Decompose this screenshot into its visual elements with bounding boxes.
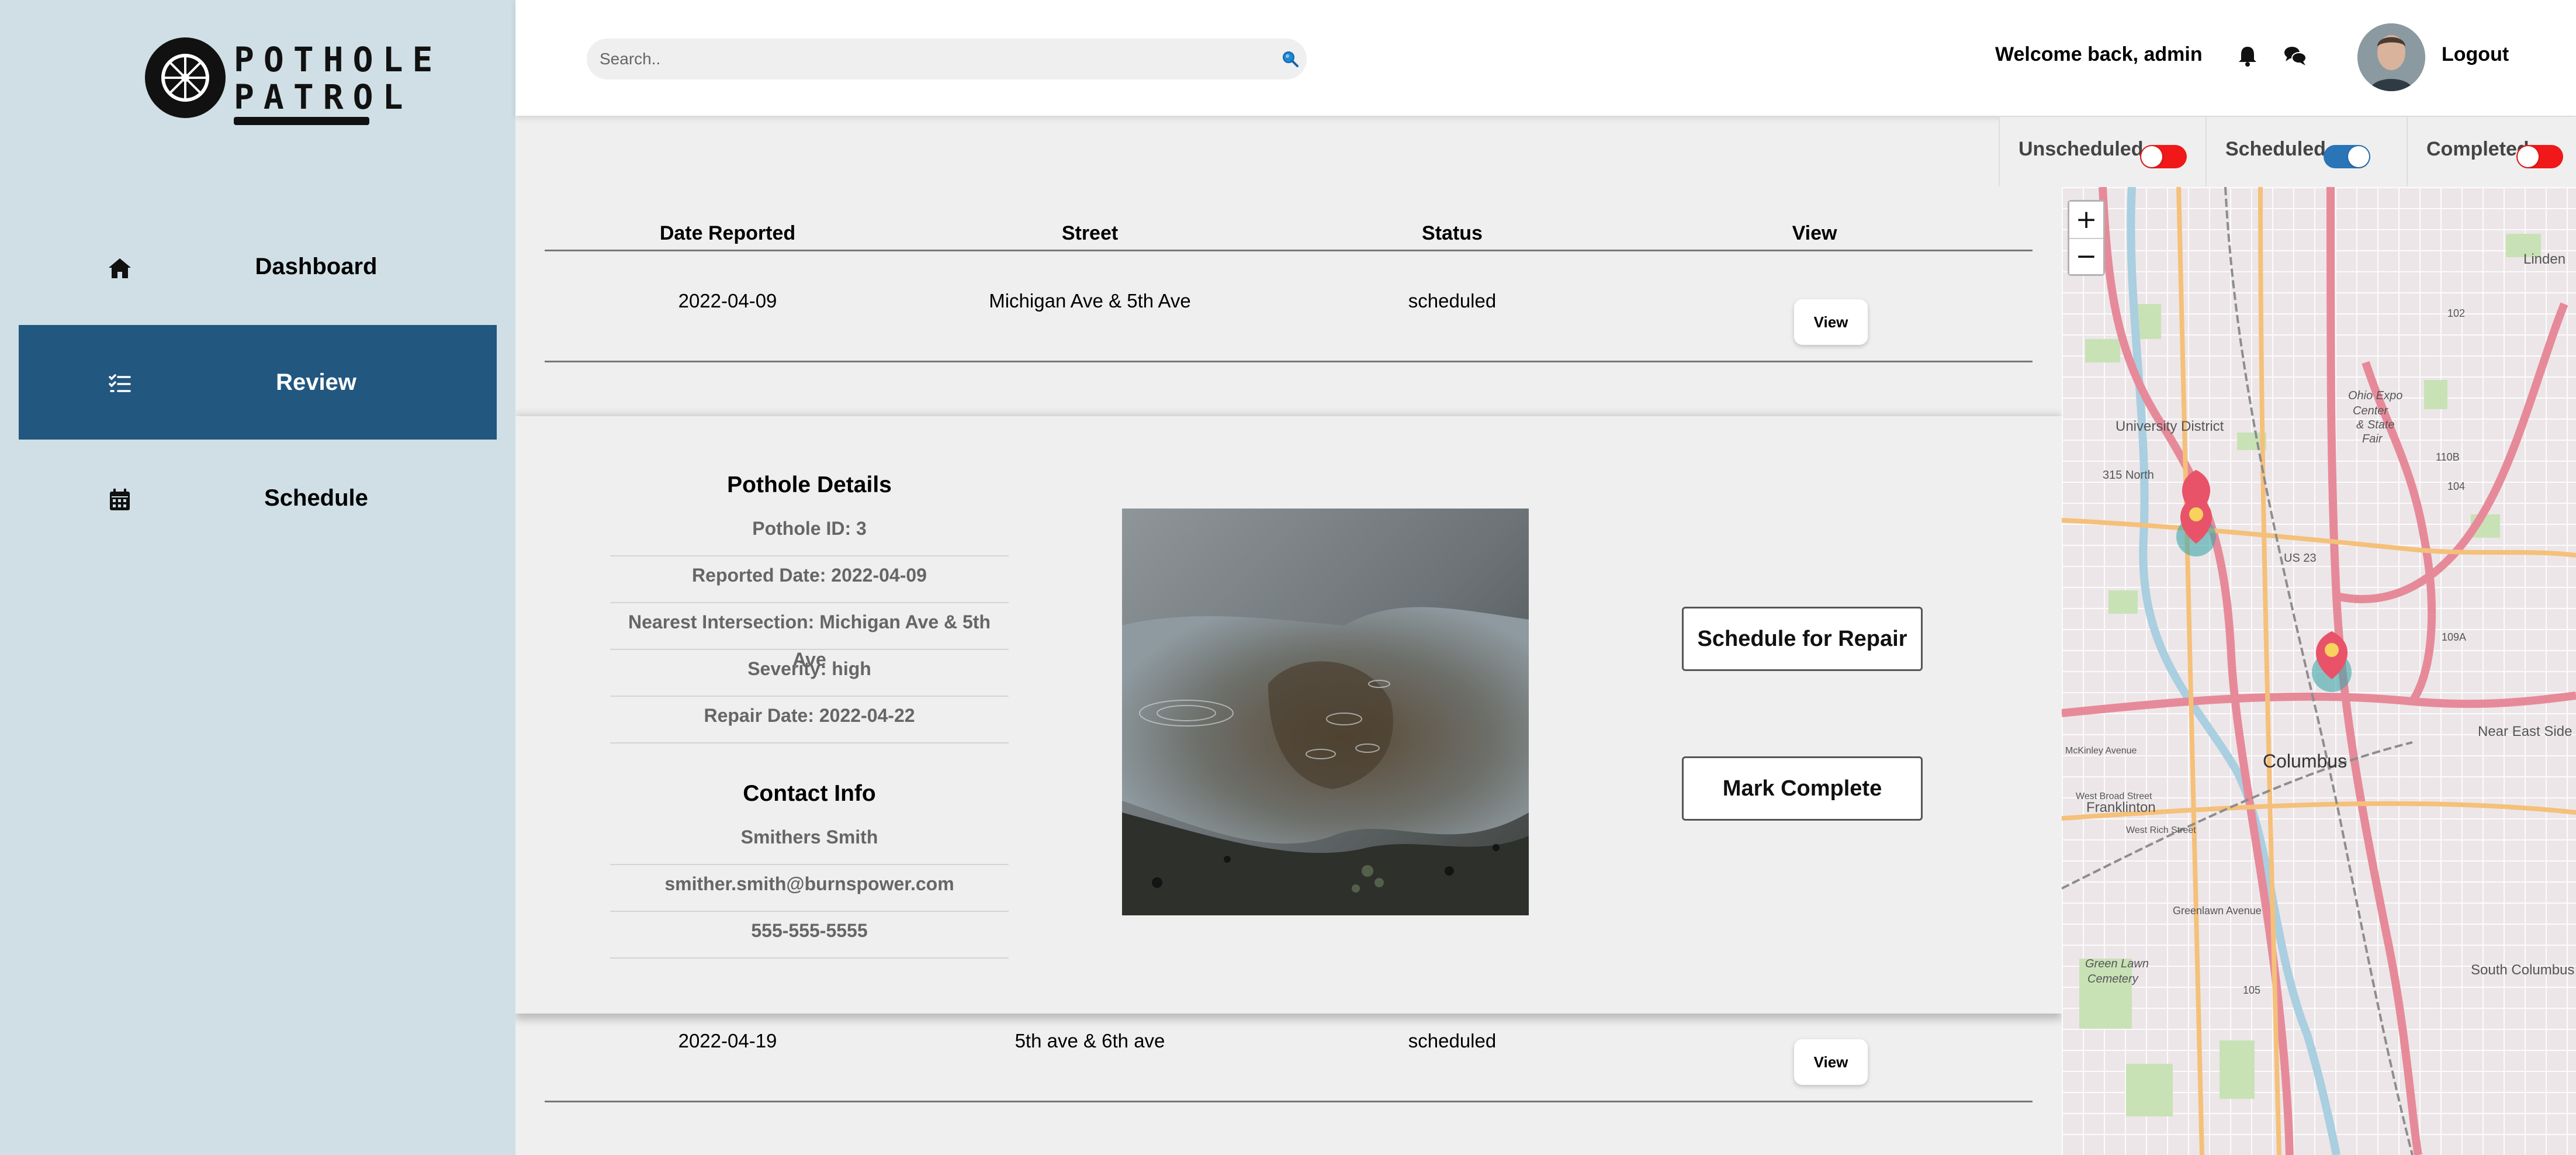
- sidebar: POTHOLE PATROL Dashboard Review Schedule: [0, 0, 515, 1155]
- table-row[interactable]: 2022-04-09 Michigan Ave & 5th Ave schedu…: [545, 251, 2033, 362]
- reported-date: Reported Date: 2022-04-09: [610, 556, 1009, 603]
- pothole-patrol-logo[interactable]: POTHOLE PATROL: [145, 37, 432, 131]
- zoom-in-button[interactable]: +: [2069, 202, 2103, 238]
- map-label: Cemetery: [2087, 973, 2138, 985]
- bell-icon[interactable]: [2235, 43, 2260, 69]
- map-label: 110B: [2436, 451, 2460, 463]
- cell-status: scheduled: [1408, 1030, 1497, 1052]
- logout-link[interactable]: Logout: [2442, 43, 2509, 66]
- filter-unscheduled: Unscheduled: [1999, 117, 2205, 186]
- nearest-intersection: Nearest Intersection: Michigan Ave & 5th…: [610, 603, 1009, 670]
- home-icon: [109, 258, 131, 278]
- map-label: 315 North: [2103, 469, 2154, 482]
- search-bar: [587, 39, 1307, 79]
- sidebar-item-dashboard[interactable]: Dashboard: [19, 209, 497, 324]
- review-table: Date Reported Street Status View 2022-04…: [515, 187, 2062, 1155]
- search-input[interactable]: [600, 39, 1266, 79]
- map-label: Greenlawn Avenue: [2173, 905, 2262, 917]
- map-label: Linden: [2523, 251, 2566, 267]
- cell-status: scheduled: [1408, 290, 1497, 312]
- contact-email: smither.smith@burnspower.com: [610, 865, 1009, 912]
- map-label: & State: [2356, 419, 2395, 431]
- filter-completed: Completed: [2407, 117, 2576, 186]
- sidebar-item-label: Review: [276, 369, 356, 395]
- filter-label: Scheduled: [2225, 138, 2326, 160]
- calendar-icon: [110, 489, 130, 510]
- cell-date: 2022-04-19: [678, 1030, 777, 1052]
- schedule-for-repair-button[interactable]: Schedule for Repair: [1682, 607, 1923, 671]
- repair-date: Repair Date: 2022-04-22: [610, 697, 1009, 744]
- wheel-icon: [145, 37, 226, 118]
- map-label: US 23: [2284, 552, 2317, 565]
- table-header: Date Reported Street Status View: [545, 222, 2033, 251]
- contact-phone: 555-555-5555: [610, 912, 1009, 959]
- map[interactable]: + − Linden University District Ohio Expo…: [2062, 187, 2576, 1155]
- chat-icon[interactable]: [2283, 43, 2308, 69]
- cell-street: 5th ave & 6th ave: [1015, 1030, 1165, 1052]
- welcome-message: Welcome back, admin: [1995, 43, 2203, 65]
- column-header-date: Date Reported: [659, 222, 796, 244]
- column-header-view: View: [1792, 222, 1837, 244]
- pothole-id: Pothole ID: 3: [610, 510, 1009, 556]
- filter-scheduled: Scheduled: [2205, 117, 2407, 186]
- map-label: South Columbus: [2471, 962, 2575, 978]
- sidebar-item-label: Dashboard: [255, 254, 378, 279]
- map-label: Franklinton: [2086, 800, 2156, 815]
- map-label: University District: [2115, 419, 2224, 434]
- filter-label: Unscheduled: [2018, 138, 2144, 160]
- map-tiles: [2062, 187, 2576, 1155]
- mark-complete-button[interactable]: Mark Complete: [1682, 756, 1923, 821]
- checklist-icon: [109, 374, 131, 392]
- contact-title: Contact Info: [743, 781, 876, 806]
- view-button[interactable]: View: [1794, 1039, 1868, 1085]
- logo-underline: [234, 117, 369, 125]
- sidebar-item-review[interactable]: Review: [19, 325, 497, 440]
- column-header-street: Street: [1061, 222, 1119, 244]
- scheduled-toggle[interactable]: [2324, 145, 2370, 168]
- map-label: 102: [2447, 307, 2466, 319]
- map-label: Ohio Expo: [2348, 389, 2403, 402]
- pothole-detail-panel: Pothole Details Pothole ID: 3 Reported D…: [515, 416, 2062, 1014]
- top-header: Welcome back, admin Logout: [515, 0, 2576, 116]
- status-filters: Unscheduled Scheduled Completed: [1999, 117, 2576, 186]
- sidebar-item-label: Schedule: [264, 485, 368, 511]
- map-label: West Rich Street: [2126, 825, 2196, 835]
- avatar[interactable]: [2357, 23, 2425, 91]
- completed-toggle[interactable]: [2516, 145, 2563, 168]
- pothole-photo: [1122, 509, 1529, 915]
- logo-line-2: PATROL: [234, 77, 413, 117]
- map-label: 105: [2243, 984, 2261, 996]
- map-label: Center: [2353, 404, 2388, 417]
- unscheduled-toggle[interactable]: [2140, 145, 2187, 168]
- map-label: 104: [2447, 480, 2466, 492]
- sidebar-item-schedule[interactable]: Schedule: [19, 441, 497, 555]
- column-header-status: Status: [1422, 222, 1483, 244]
- map-label: McKinley Avenue: [2065, 746, 2137, 756]
- cell-street: Michigan Ave & 5th Ave: [989, 290, 1191, 312]
- map-label: 109A: [2442, 631, 2467, 643]
- map-label: West Broad Street: [2076, 791, 2152, 801]
- logo-line-1: POTHOLE: [234, 40, 442, 79]
- zoom-out-button[interactable]: −: [2069, 238, 2103, 274]
- search-icon[interactable]: [1280, 49, 1301, 70]
- cell-date: 2022-04-09: [678, 290, 777, 312]
- map-label: Near East Side: [2478, 724, 2572, 739]
- table-row[interactable]: 2022-04-19 5th ave & 6th ave scheduled V…: [545, 991, 2033, 1102]
- view-button[interactable]: View: [1794, 299, 1868, 345]
- map-zoom-control: + −: [2068, 200, 2105, 276]
- contact-name: Smithers Smith: [610, 818, 1009, 865]
- map-label: Columbus: [2263, 751, 2348, 772]
- severity: Severity: high: [610, 650, 1009, 697]
- details-title: Pothole Details: [727, 472, 892, 497]
- map-label: Green Lawn: [2085, 957, 2149, 970]
- filter-label: Completed: [2426, 138, 2529, 160]
- logo-text: POTHOLE PATROL: [234, 41, 442, 116]
- map-label: Fair: [2362, 433, 2383, 445]
